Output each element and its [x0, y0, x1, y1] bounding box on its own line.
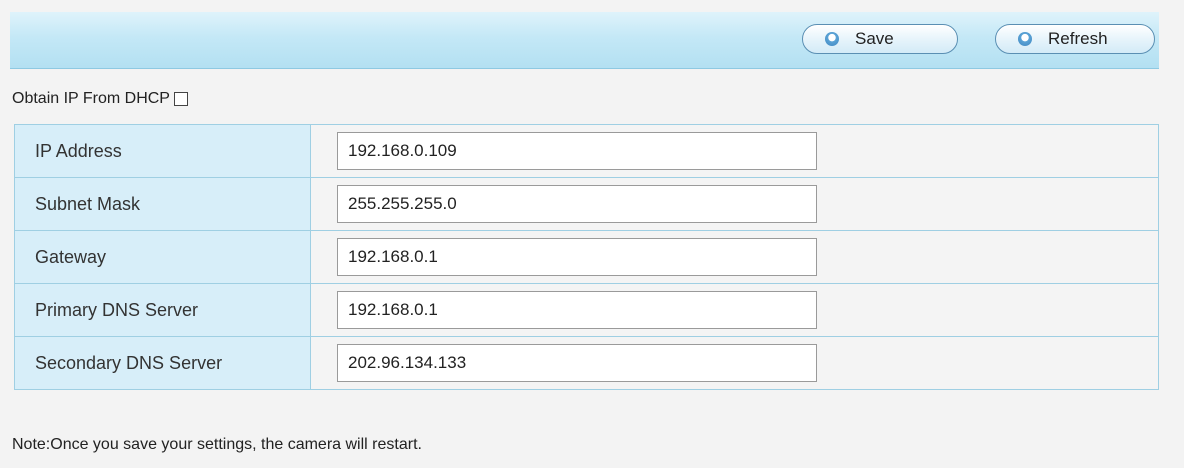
gateway-input[interactable] — [337, 238, 817, 276]
table-row: IP Address — [14, 124, 1159, 178]
table-row: Secondary DNS Server — [14, 336, 1159, 390]
toolbar: Save Refresh — [10, 12, 1159, 69]
table-row: Subnet Mask — [14, 177, 1159, 231]
network-form-table: IP Address Subnet Mask Gateway Primary D… — [14, 124, 1159, 390]
dhcp-option: Obtain IP From DHCP — [12, 90, 188, 108]
secondary-dns-input[interactable] — [337, 344, 817, 382]
table-row: Primary DNS Server — [14, 283, 1159, 337]
ip-address-label: IP Address — [14, 124, 311, 178]
secondary-dns-label: Secondary DNS Server — [14, 336, 311, 390]
circle-arrow-icon — [825, 32, 839, 46]
subnet-mask-label: Subnet Mask — [14, 177, 311, 231]
dhcp-label: Obtain IP From DHCP — [12, 90, 170, 107]
save-button[interactable]: Save — [802, 24, 958, 54]
restart-note: Note:Once you save your settings, the ca… — [12, 436, 422, 453]
subnet-mask-input[interactable] — [337, 185, 817, 223]
refresh-button[interactable]: Refresh — [995, 24, 1155, 54]
ip-address-input[interactable] — [337, 132, 817, 170]
gateway-label: Gateway — [14, 230, 311, 284]
refresh-button-label: Refresh — [1048, 29, 1108, 48]
network-settings-panel: Save Refresh Obtain IP From DHCP IP Addr… — [0, 0, 1184, 468]
save-button-label: Save — [855, 29, 894, 48]
primary-dns-label: Primary DNS Server — [14, 283, 311, 337]
table-row: Gateway — [14, 230, 1159, 284]
circle-arrow-icon — [1018, 32, 1032, 46]
primary-dns-input[interactable] — [337, 291, 817, 329]
dhcp-checkbox[interactable] — [173, 92, 188, 106]
